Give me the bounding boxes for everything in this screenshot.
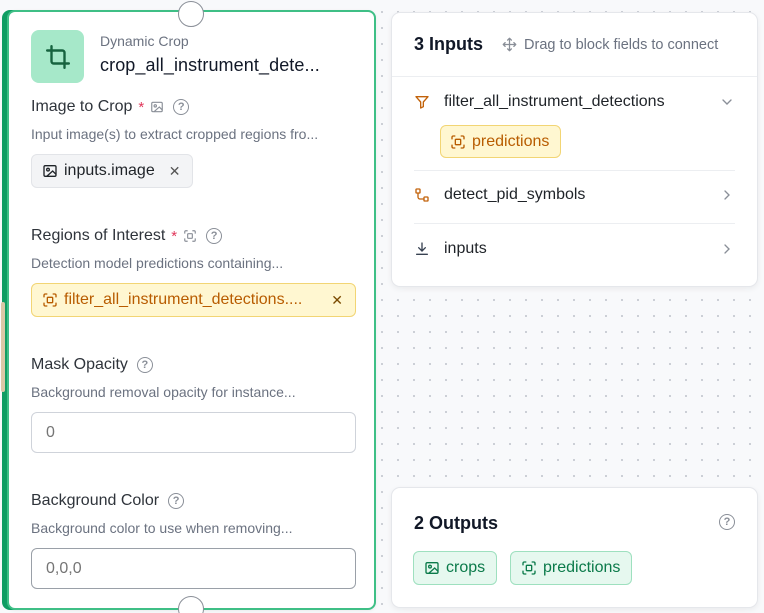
- field-label: Background Color: [31, 492, 160, 509]
- image-icon: [150, 100, 164, 114]
- workflow-node-icon: [414, 187, 430, 203]
- chip-label: predictions: [543, 559, 621, 576]
- chevron-right-icon[interactable]: [719, 241, 735, 257]
- output-connector[interactable]: [178, 596, 204, 613]
- required-marker: *: [171, 227, 178, 245]
- input-row-label: inputs: [444, 240, 487, 257]
- crop-icon: [31, 30, 84, 83]
- regions-input-chip[interactable]: filter_all_instrument_detections.... ✕: [31, 283, 356, 317]
- drag-hint: Drag to block fields to connect: [502, 37, 718, 53]
- close-icon[interactable]: ✕: [331, 292, 343, 309]
- detection-icon: [450, 134, 466, 150]
- chevron-down-icon[interactable]: [719, 94, 735, 110]
- field-regions-of-interest: Regions of Interest * ? Detection model …: [31, 227, 356, 317]
- row-divider: [414, 170, 735, 171]
- filter-icon: [414, 94, 430, 110]
- block-header: Dynamic Crop crop_all_instrument_dete...: [31, 30, 320, 83]
- input-row-filter[interactable]: filter_all_instrument_detections: [414, 93, 735, 111]
- inputs-panel: 3 Inputs Drag to block fields to connect…: [391, 12, 758, 287]
- help-icon[interactable]: ?: [719, 514, 735, 530]
- help-icon[interactable]: ?: [173, 99, 190, 115]
- chip-label: inputs.image: [64, 162, 155, 179]
- image-icon: [424, 560, 440, 576]
- help-icon[interactable]: ?: [136, 357, 153, 373]
- inputs-panel-title: 3 Inputs: [414, 34, 484, 54]
- field-image-to-crop: Image to Crop * ? Input image(s) to extr…: [31, 98, 356, 188]
- detection-icon: [42, 292, 58, 308]
- field-label: Mask Opacity: [31, 356, 128, 373]
- background-color-input[interactable]: [31, 548, 356, 589]
- input-connector[interactable]: [178, 1, 204, 27]
- outputs-panel-title: 2 Outputs: [414, 513, 498, 533]
- output-chip-crops[interactable]: crops: [413, 551, 498, 585]
- block-resize-handle[interactable]: [1, 302, 5, 392]
- download-icon: [414, 241, 430, 257]
- chip-label: filter_all_instrument_detections....: [64, 291, 303, 308]
- field-mask-opacity: Mask Opacity ? Background removal opacit…: [31, 356, 356, 453]
- output-chip-predictions[interactable]: predictions: [510, 551, 633, 585]
- predictions-chip[interactable]: predictions: [440, 125, 562, 158]
- required-marker: *: [138, 98, 145, 116]
- block-name[interactable]: crop_all_instrument_dete...: [100, 55, 320, 76]
- move-icon: [502, 37, 517, 52]
- outputs-panel: 2 Outputs ? crops predictions: [391, 487, 758, 608]
- image-icon: [42, 163, 58, 179]
- block-type: Dynamic Crop: [100, 33, 189, 49]
- dynamic-crop-block[interactable]: Dynamic Crop crop_all_instrument_dete...…: [1, 1, 376, 613]
- chip-label: crops: [446, 559, 486, 576]
- chip-label: predictions: [472, 132, 550, 150]
- field-label: Regions of Interest: [31, 227, 166, 244]
- detection-icon: [183, 229, 197, 243]
- image-input-chip[interactable]: inputs.image ✕: [31, 154, 194, 188]
- row-divider: [414, 223, 735, 224]
- drag-hint-text: Drag to block fields to connect: [524, 36, 719, 53]
- field-description: Background removal opacity for instance.…: [31, 384, 296, 400]
- field-background-color: Background Color ? Background color to u…: [31, 492, 356, 589]
- close-icon[interactable]: ✕: [169, 163, 181, 180]
- inputs-panel-header: 3 Inputs Drag to block fields to connect: [392, 13, 757, 77]
- input-row-detect-pid[interactable]: detect_pid_symbols: [414, 186, 735, 204]
- input-row-inputs[interactable]: inputs: [414, 240, 735, 258]
- input-row-label: detect_pid_symbols: [444, 186, 586, 203]
- input-row-label: filter_all_instrument_detections: [444, 93, 665, 110]
- help-icon[interactable]: ?: [168, 493, 185, 509]
- field-description: Detection model predictions containing..…: [31, 255, 284, 271]
- help-icon[interactable]: ?: [206, 228, 223, 244]
- field-description: Input image(s) to extract cropped region…: [31, 126, 319, 142]
- field-description: Background color to use when removing...: [31, 520, 293, 536]
- chevron-right-icon[interactable]: [719, 187, 735, 203]
- mask-opacity-input[interactable]: [31, 412, 356, 453]
- field-label: Image to Crop: [31, 98, 133, 115]
- detection-icon: [521, 560, 537, 576]
